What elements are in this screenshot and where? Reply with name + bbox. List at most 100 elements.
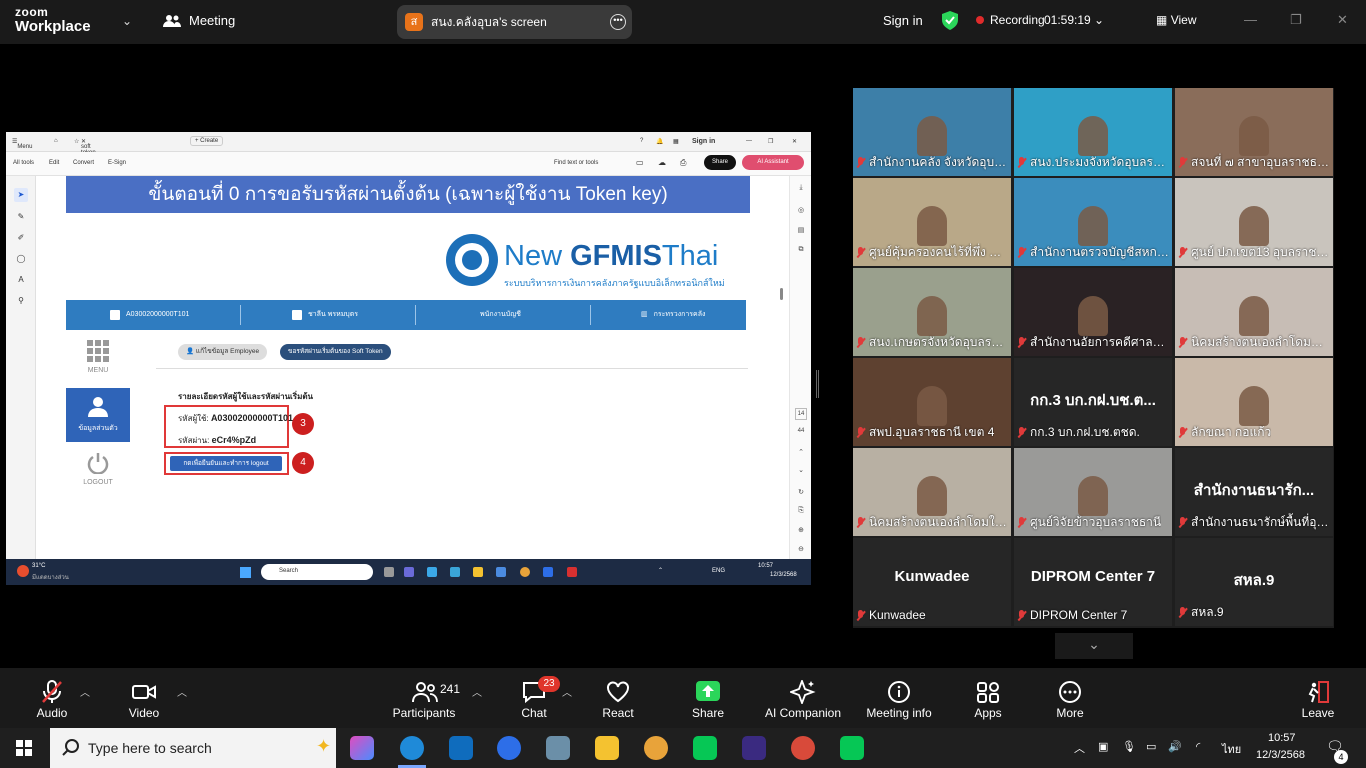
taskbar-search-box[interactable]: Type here to search ✦ xyxy=(50,728,336,768)
print-icon[interactable]: ⎙ xyxy=(680,158,686,168)
calculator-icon[interactable] xyxy=(546,736,570,760)
confirm-logout-button[interactable]: กดเพื่อยืนยันและทำการ logout xyxy=(170,456,282,471)
page-down-icon[interactable]: ⌄ xyxy=(795,466,807,478)
apps-button[interactable]: Apps xyxy=(964,668,1012,728)
webex-icon[interactable] xyxy=(742,736,766,760)
chrome-icon[interactable] xyxy=(520,567,530,577)
line-app-2-icon[interactable] xyxy=(840,736,864,760)
mail-icon[interactable] xyxy=(496,567,506,577)
home-icon[interactable]: ⌂ xyxy=(54,138,58,144)
tray-language[interactable]: ไทย xyxy=(1222,740,1241,758)
acro-minimize[interactable]: — xyxy=(746,138,752,144)
audio-options-caret-icon[interactable]: ︿ xyxy=(80,684,90,699)
lasso-tool-icon[interactable]: ◯ xyxy=(14,252,28,266)
participant-tile[interactable]: สนง.เกษตรจังหวัดอุบลราชธานี xyxy=(853,268,1011,356)
chevron-down-icon[interactable]: ⌄ xyxy=(122,14,132,28)
bookmark-icon[interactable]: ▤ xyxy=(795,226,807,238)
line-app-icon[interactable] xyxy=(693,736,717,760)
edge-icon[interactable] xyxy=(427,567,437,577)
zoom-in-icon[interactable]: ⊕ xyxy=(795,526,807,538)
participant-tile[interactable]: สหล.9 สหล.9 xyxy=(1175,538,1333,626)
leave-button[interactable]: Leave xyxy=(1294,668,1342,728)
more-options-icon[interactable]: ••• xyxy=(610,14,626,30)
participant-tile[interactable]: Kunwadee Kunwadee xyxy=(853,538,1011,626)
acro-maximize[interactable]: ❐ xyxy=(768,138,773,145)
doc-scrollbar-thumb[interactable] xyxy=(780,288,783,300)
participant-tile[interactable]: สำนักงานตรวจบัญชีสหกรณ์ xyxy=(1014,178,1172,266)
windows-start-icon[interactable] xyxy=(240,567,251,578)
windows-start-icon[interactable] xyxy=(16,740,32,756)
participant-tile[interactable]: สำนักงานอัยการคดีศาลแขวง xyxy=(1014,268,1172,356)
acrobat-sign-in[interactable]: Sign in xyxy=(692,138,715,145)
chat-caret-icon[interactable]: ︿ xyxy=(562,684,572,699)
tray-lang[interactable]: ENG xyxy=(712,568,725,574)
outlook-icon[interactable] xyxy=(449,736,473,760)
text-tool-icon[interactable]: A xyxy=(14,273,28,287)
edge-icon[interactable] xyxy=(400,736,424,760)
video-options-caret-icon[interactable]: ︿ xyxy=(177,684,187,699)
acrobat-tab[interactable]: ☆ soft token คล สา.pdf ✕ xyxy=(74,138,98,175)
react-button[interactable]: React xyxy=(594,668,642,728)
share-screen-button[interactable]: Share xyxy=(684,668,732,728)
tray-chevron-icon[interactable]: ⌃ xyxy=(658,567,663,574)
participant-tile[interactable]: ลักขณา กอแก้ว xyxy=(1175,358,1333,446)
browser-icon[interactable] xyxy=(450,567,460,577)
stamp-tool-icon[interactable]: ⚲ xyxy=(14,294,28,308)
gallery-next-page-icon[interactable]: ⌄ xyxy=(1055,633,1133,659)
teams-icon[interactable] xyxy=(404,567,414,577)
participants-button[interactable]: 241 Participants xyxy=(388,668,460,728)
video-button[interactable]: Video xyxy=(120,668,168,728)
chat-button[interactable]: 23 Chat xyxy=(510,668,560,728)
participant-tile[interactable]: ศูนย์คุ้มครองคนไร้ที่พึ่ง จังหวัด xyxy=(853,178,1011,266)
explorer-icon[interactable] xyxy=(473,567,483,577)
audio-button[interactable]: Audio xyxy=(28,668,76,728)
save-icon[interactable]: ▭ xyxy=(636,158,644,167)
refresh-icon[interactable]: ↻ xyxy=(795,488,807,500)
zoom-taskbar-icon[interactable] xyxy=(497,736,521,760)
tray-volume-icon[interactable]: 🔊 xyxy=(1168,740,1182,753)
acro-close[interactable]: ✕ xyxy=(792,138,797,145)
zoom-app-icon[interactable] xyxy=(543,567,553,577)
zoom-out-icon[interactable]: ⊖ xyxy=(795,545,807,557)
participant-tile[interactable]: ศูนย์ ปภ.เขต13 อุบลราชธานี xyxy=(1175,178,1333,266)
select-tool-icon[interactable]: ➤ xyxy=(14,188,28,202)
file-explorer-icon[interactable] xyxy=(595,736,619,760)
tool-all-tools[interactable]: All tools xyxy=(13,160,34,166)
upload-cloud-icon[interactable]: ☁ xyxy=(658,158,666,167)
apps-grid-icon[interactable]: ▦ xyxy=(673,138,679,145)
ai-assistant-button[interactable]: AI Assistant xyxy=(742,155,804,170)
maximize-button[interactable]: ❐ xyxy=(1290,12,1302,28)
comment-icon[interactable]: ◎ xyxy=(795,206,807,218)
tray-overflow-icon[interactable]: ︿ xyxy=(1074,740,1085,756)
security-shield-icon[interactable] xyxy=(942,11,958,30)
participant-tile[interactable]: นิคมสร้างตนเองลำโดมน้อย xyxy=(1175,268,1333,356)
tray-mic-icon[interactable]: 🎙 xyxy=(1122,740,1136,753)
bell-icon[interactable]: 🔔 xyxy=(656,138,663,145)
screen-share-indicator[interactable]: ส สนง.คลังอุบล's screen ••• xyxy=(397,5,632,39)
sign-in-link[interactable]: Sign in xyxy=(883,13,923,28)
chrome-profile-icon[interactable] xyxy=(791,736,815,760)
draw-tool-icon[interactable]: ✐ xyxy=(14,231,28,245)
acrobat-share-button[interactable]: Share xyxy=(704,155,736,170)
export-icon[interactable]: ⤓ xyxy=(795,184,807,196)
acrobat-create-button[interactable]: + Create xyxy=(190,136,224,146)
help-icon[interactable]: ? xyxy=(640,138,643,144)
comment-tool-icon[interactable]: ✎ xyxy=(14,210,28,224)
find-text-field[interactable]: Find text or tools xyxy=(554,160,598,166)
tray-battery-icon[interactable]: ▭ xyxy=(1146,740,1156,753)
view-button[interactable]: ▦ View xyxy=(1156,13,1196,27)
participant-tile[interactable]: สจนที่ ๗ สาขาอุบลราชธานี xyxy=(1175,88,1333,176)
recording-indicator[interactable]: Recording xyxy=(976,13,1045,27)
tray-meet-icon[interactable]: ▣ xyxy=(1098,740,1108,753)
tray-date[interactable]: 12/3/2568 xyxy=(1256,749,1305,761)
shared-search-box[interactable]: Search xyxy=(261,564,373,580)
edit-employee-button[interactable]: 👤 แก้ไขข้อมูล Employee xyxy=(178,344,268,360)
tool-esign[interactable]: E-Sign xyxy=(108,160,126,166)
shared-screen[interactable]: ☰ Menu ⌂ ☆ soft token คล สา.pdf ✕ + Crea… xyxy=(6,132,811,585)
participant-tile[interactable]: DIPROM Center 7 DIPROM Center 7 xyxy=(1014,538,1172,626)
meeting-timer[interactable]: 01:59:19 ⌄ xyxy=(1044,13,1104,27)
zoom-logo[interactable]: zoom Workplace xyxy=(15,6,91,34)
logout-menu-button[interactable]: LOGOUT xyxy=(66,444,130,498)
copilot-icon[interactable] xyxy=(350,736,374,760)
participant-tile[interactable]: นิคมสร้างตนเองลำโดมใหญ่ xyxy=(853,448,1011,536)
